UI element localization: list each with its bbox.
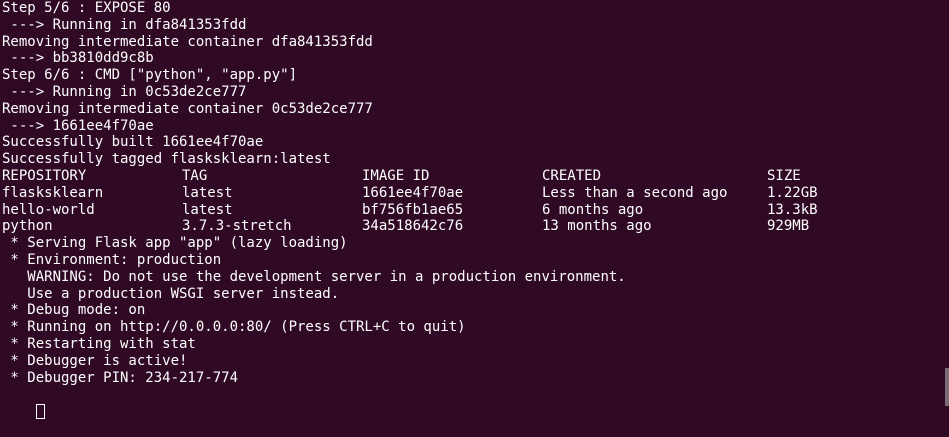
output-line: WARNING: Do not use the development serv… [2, 268, 626, 285]
output-line: * Running on http://0.0.0.0:80/ (Press C… [2, 319, 466, 336]
output-line: ---> bb3810dd9c8b [2, 50, 154, 67]
table-cell: latest [182, 201, 233, 218]
table-cell: 1.22GB [767, 184, 818, 201]
table-cell: hello-world [2, 201, 95, 218]
table-cell: latest [182, 184, 233, 201]
column-header-size: SIZE [767, 167, 801, 184]
table-cell: 34a518642c76 [362, 218, 464, 235]
output-line: * Environment: production [2, 251, 222, 268]
table-cell: Less than a second ago [542, 184, 728, 201]
table-cell: flasksklearn [2, 184, 104, 201]
column-header-created: CREATED [542, 167, 602, 184]
table-cell: 929MB [767, 218, 810, 235]
output-line: * Debugger is active! [2, 352, 188, 369]
output-line: Successfully built 1661ee4f70ae [2, 134, 264, 151]
output-line: ---> Running in 0c53de2ce777 [2, 83, 247, 100]
terminal-window[interactable]: Step 5/6 : EXPOSE 80 ---> Running in dfa… [0, 0, 945, 420]
table-row: python 3.7.3-stretch 34a518642c76 13 mon… [2, 218, 945, 235]
table-cell: 13.3kB [767, 201, 818, 218]
table-cell: 13 months ago [542, 218, 652, 235]
output-line: Use a production WSGI server instead. [2, 285, 340, 302]
output-line: ---> Running in dfa841353fdd [2, 16, 247, 33]
flask-output: * Serving Flask app "app" (lazy loading)… [2, 235, 945, 386]
table-header-row: REPOSITORY TAG IMAGE ID CREATED SIZE [2, 168, 945, 185]
terminal-cursor [35, 404, 45, 420]
output-line: Successfully tagged flasksklearn:latest [2, 151, 331, 168]
table-cell: bf756fb1ae65 [362, 201, 464, 218]
table-row: flasksklearn latest 1661ee4f70ae Less th… [2, 185, 945, 202]
terminal-scrollbar[interactable] [945, 0, 949, 406]
table-cell: 3.7.3-stretch [182, 218, 292, 235]
output-line: Step 6/6 : CMD ["python", "app.py"] [2, 67, 298, 84]
output-line: Step 5/6 : EXPOSE 80 [2, 0, 171, 16]
column-header-image-id: IMAGE ID [362, 167, 430, 184]
output-line: * Serving Flask app "app" (lazy loading) [2, 235, 348, 252]
table-cell: 1661ee4f70ae [362, 184, 464, 201]
build-output: Step 5/6 : EXPOSE 80 ---> Running in dfa… [2, 0, 945, 168]
scrollbar-thumb[interactable] [945, 368, 949, 406]
table-cell: 6 months ago [542, 201, 644, 218]
output-line: Removing intermediate container dfa84135… [2, 33, 373, 50]
column-header-repository: REPOSITORY [2, 167, 87, 184]
prompt-line[interactable] [2, 386, 945, 420]
output-line: ---> 1661ee4f70ae [2, 117, 154, 134]
output-line: Removing intermediate container 0c53de2c… [2, 100, 373, 117]
docker-images-table: REPOSITORY TAG IMAGE ID CREATED SIZE fla… [2, 168, 945, 235]
column-header-tag: TAG [182, 167, 208, 184]
output-line: * Debug mode: on [2, 302, 146, 319]
output-line: * Restarting with stat [2, 335, 196, 352]
table-row: hello-world latest bf756fb1ae65 6 months… [2, 202, 945, 219]
output-line: * Debugger PIN: 234-217-774 [2, 369, 239, 386]
table-cell: python [2, 218, 53, 235]
